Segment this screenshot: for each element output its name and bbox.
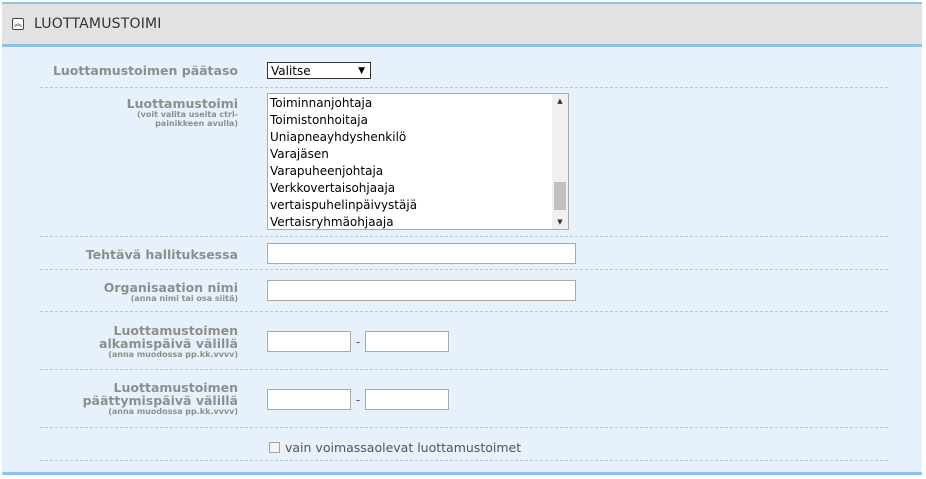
dropdown-arrow-icon: ▼ bbox=[358, 66, 365, 76]
position-hint: (voit valita useita ctrl-painikkeen avul… bbox=[136, 110, 238, 128]
date-separator: - bbox=[355, 334, 361, 349]
listbox-option[interactable]: vertaispuhelinpäivystäjä bbox=[270, 197, 417, 214]
start-date-to-input[interactable] bbox=[365, 331, 449, 352]
listbox-option[interactable]: Toiminnanjohtaja bbox=[270, 95, 417, 112]
active-only-label[interactable]: vain voimassaolevat luottamustoimet bbox=[285, 440, 521, 455]
org-name-label: Organisaation nimi bbox=[103, 280, 238, 295]
start-date-from-input[interactable] bbox=[267, 331, 351, 352]
position-listbox[interactable]: Toiminnanjohtaja Toimistonhoitaja Uniapnea… bbox=[267, 93, 569, 230]
listbox-option[interactable]: Vertaisryhmäohjaaja bbox=[270, 214, 417, 229]
row-position: Luottamustoimi (voit valita useita ctrl-… bbox=[40, 88, 888, 237]
row-org-name: Organisaation nimi (anna nimi tai osa si… bbox=[40, 270, 888, 312]
position-label: Luottamustoimi bbox=[126, 96, 238, 111]
scroll-up-icon[interactable]: ▲ bbox=[552, 94, 568, 108]
end-date-label-2: päättymispäivä välillä bbox=[82, 393, 238, 408]
row-start-date: Luottamustoimen alkamispäivä välillä (an… bbox=[40, 312, 888, 370]
start-date-hint: (anna muodossa pp.kk.vvvv) bbox=[108, 350, 238, 359]
listbox-option[interactable]: Varapuheenjohtaja bbox=[270, 163, 417, 180]
date-separator: - bbox=[355, 392, 361, 407]
level-select[interactable]: Valitse ▼ bbox=[267, 62, 371, 79]
org-name-input[interactable] bbox=[267, 280, 576, 301]
board-task-input[interactable] bbox=[267, 243, 576, 264]
chevrons-up-icon[interactable]: ︽ bbox=[12, 18, 24, 30]
luottamustoimi-panel: ︽ LUOTTAMUSTOIMI Luottamustoimen päätaso… bbox=[2, 2, 922, 475]
position-options: Toiminnanjohtaja Toimistonhoitaja Uniapnea… bbox=[270, 95, 417, 229]
active-only-checkbox[interactable] bbox=[269, 442, 280, 453]
listbox-option[interactable]: Verkkovertaisohjaaja bbox=[270, 180, 417, 197]
row-end-date: Luottamustoimen päättymispäivä välillä (… bbox=[40, 370, 888, 428]
level-label: Luottamustoimen päätaso bbox=[52, 63, 238, 78]
listbox-option[interactable]: Uniapneayhdyshenkilö bbox=[270, 129, 417, 146]
section-header[interactable]: ︽ LUOTTAMUSTOIMI bbox=[2, 4, 922, 47]
end-date-to-input[interactable] bbox=[365, 389, 449, 410]
section-title: LUOTTAMUSTOIMI bbox=[34, 16, 162, 32]
board-task-label: Tehtävä hallituksessa bbox=[85, 247, 238, 262]
start-date-label-2: alkamispäivä välillä bbox=[99, 336, 238, 351]
listbox-option[interactable]: Toimistonhoitaja bbox=[270, 112, 417, 129]
scroll-thumb[interactable] bbox=[554, 182, 566, 210]
level-select-value: Valitse bbox=[271, 64, 311, 78]
row-level: Luottamustoimen päätaso Valitse ▼ bbox=[40, 47, 888, 88]
org-name-hint: (anna nimi tai osa siitä) bbox=[130, 294, 238, 303]
listbox-scrollbar[interactable]: ▲ ▼ bbox=[552, 94, 568, 229]
scroll-down-icon[interactable]: ▼ bbox=[552, 215, 568, 229]
row-active-only: vain voimassaolevat luottamustoimet bbox=[40, 428, 888, 461]
row-board-task: Tehtävä hallituksessa bbox=[40, 237, 888, 270]
end-date-from-input[interactable] bbox=[267, 389, 351, 410]
end-date-hint: (anna muodossa pp.kk.vvvv) bbox=[108, 407, 238, 416]
listbox-option[interactable]: Varajäsen bbox=[270, 146, 417, 163]
